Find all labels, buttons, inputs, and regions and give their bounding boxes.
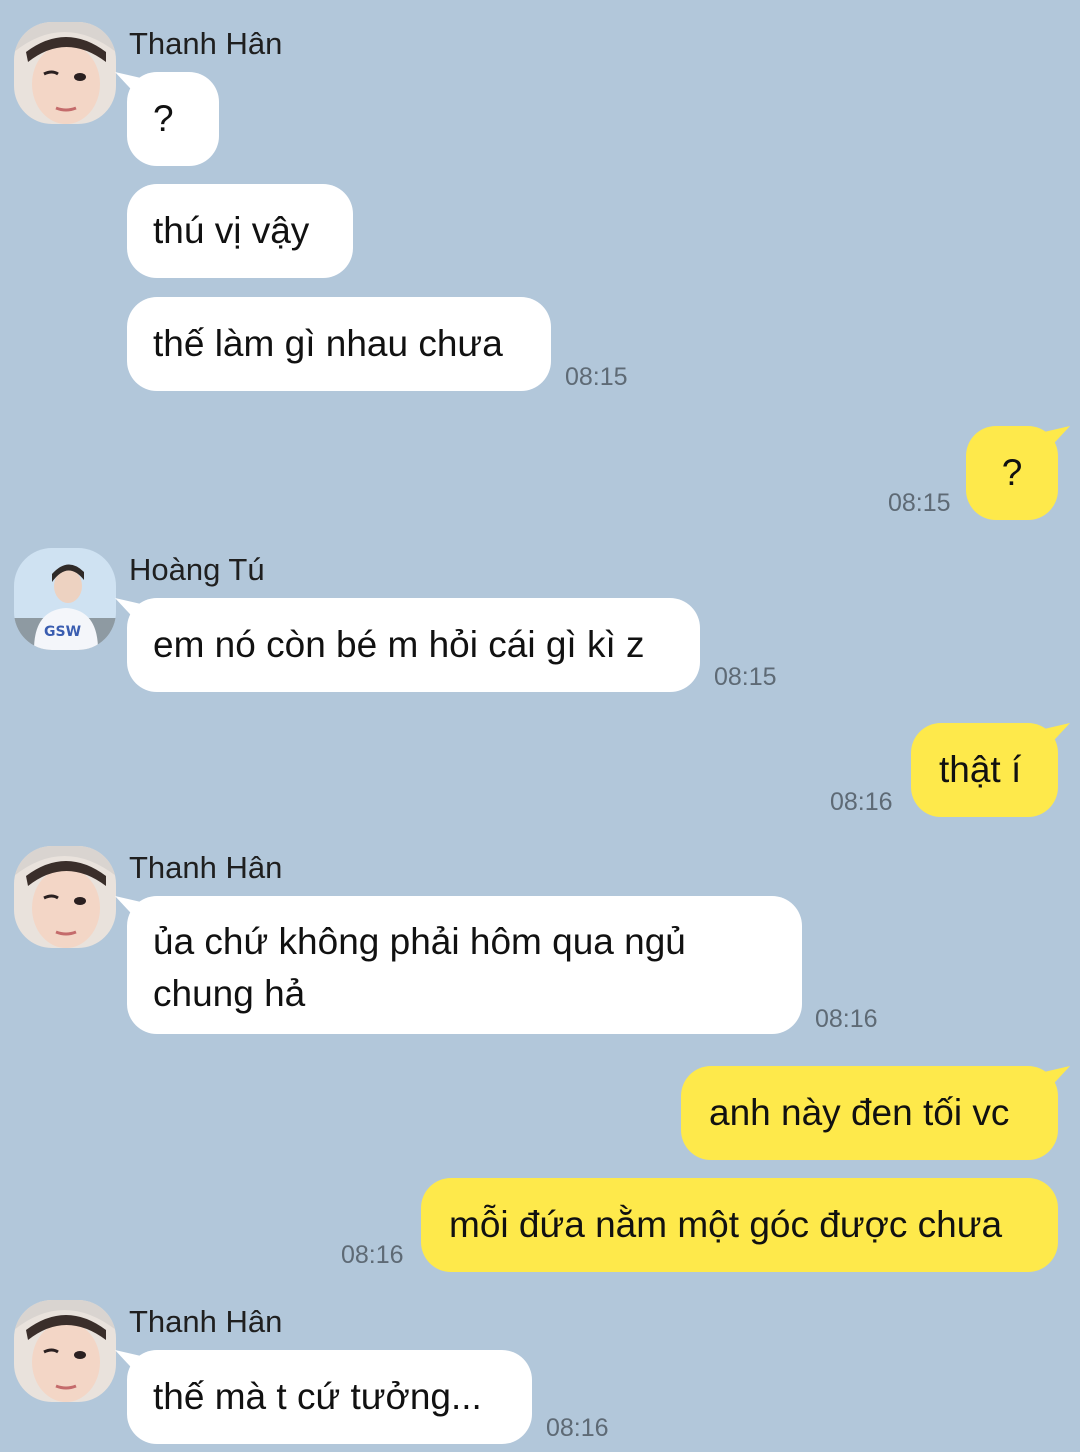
message-timestamp: 08:16 <box>830 788 893 816</box>
sender-name: Thanh Hân <box>129 1304 283 1339</box>
message-timestamp: 08:15 <box>565 363 628 391</box>
outgoing-message-bubble[interactable]: ? <box>966 426 1070 520</box>
avatar-thanh-han[interactable] <box>14 1300 116 1402</box>
message-timestamp: 08:16 <box>815 1005 878 1033</box>
message-timestamp: 08:15 <box>888 489 951 517</box>
svg-text:GSW: GSW <box>44 624 81 640</box>
bubble-tail-icon <box>115 1350 141 1378</box>
message-text: thế mà t cứ tưởng... <box>153 1376 482 1417</box>
bubble-tail-icon <box>1044 426 1070 454</box>
message-text: anh này đen tối vc <box>709 1092 1010 1133</box>
message-text: ? <box>1001 452 1023 493</box>
message-text: em nó còn bé m hỏi cái gì kì z <box>153 624 645 665</box>
message-timestamp: 08:16 <box>546 1414 609 1442</box>
bubble-tail-icon <box>115 72 141 100</box>
message-text: ủa chứ không phải hôm qua ngủ chung hả <box>153 921 686 1014</box>
avatar-thanh-han-image <box>14 1300 116 1402</box>
incoming-message-bubble[interactable]: ? <box>115 72 219 166</box>
incoming-message-bubble[interactable]: thế làm gì nhau chưa <box>127 297 551 391</box>
avatar-thanh-han[interactable] <box>14 846 116 948</box>
message-text: thật í <box>939 749 1022 790</box>
outgoing-message-bubble[interactable]: mỗi đứa nằm một góc được chưa <box>421 1178 1058 1272</box>
avatar-thanh-han[interactable] <box>14 22 116 124</box>
bubble-tail-icon <box>115 896 141 924</box>
message-text: mỗi đứa nằm một góc được chưa <box>449 1204 1003 1245</box>
avatar-hoang-tu-image: GSW <box>14 548 116 650</box>
incoming-message-bubble[interactable]: ủa chứ không phải hôm qua ngủ chung hả <box>115 896 802 1034</box>
message-text: thế làm gì nhau chưa <box>153 323 503 364</box>
avatar-thanh-han-image <box>14 22 116 124</box>
bubble-tail-icon <box>115 598 141 626</box>
message-text: ? <box>153 98 174 139</box>
message-timestamp: 08:16 <box>341 1241 404 1269</box>
incoming-message-bubble[interactable]: em nó còn bé m hỏi cái gì kì z <box>115 598 700 692</box>
outgoing-message-bubble[interactable]: anh này đen tối vc <box>681 1066 1070 1160</box>
sender-name: Thanh Hân <box>129 850 283 885</box>
avatar-hoang-tu[interactable]: GSW <box>14 548 116 650</box>
message-text: thú vị vậy <box>153 210 310 251</box>
bubble-tail-icon <box>1044 723 1070 751</box>
incoming-message-bubble[interactable]: thế mà t cứ tưởng... <box>115 1350 532 1444</box>
sender-name: Thanh Hân <box>129 26 283 61</box>
bubble-tail-icon <box>1044 1066 1070 1094</box>
incoming-message-bubble[interactable]: thú vị vậy <box>127 184 353 278</box>
avatar-thanh-han-image <box>14 846 116 948</box>
message-timestamp: 08:15 <box>714 663 777 691</box>
outgoing-message-bubble[interactable]: thật í <box>911 723 1070 817</box>
sender-name: Hoàng Tú <box>129 552 265 587</box>
